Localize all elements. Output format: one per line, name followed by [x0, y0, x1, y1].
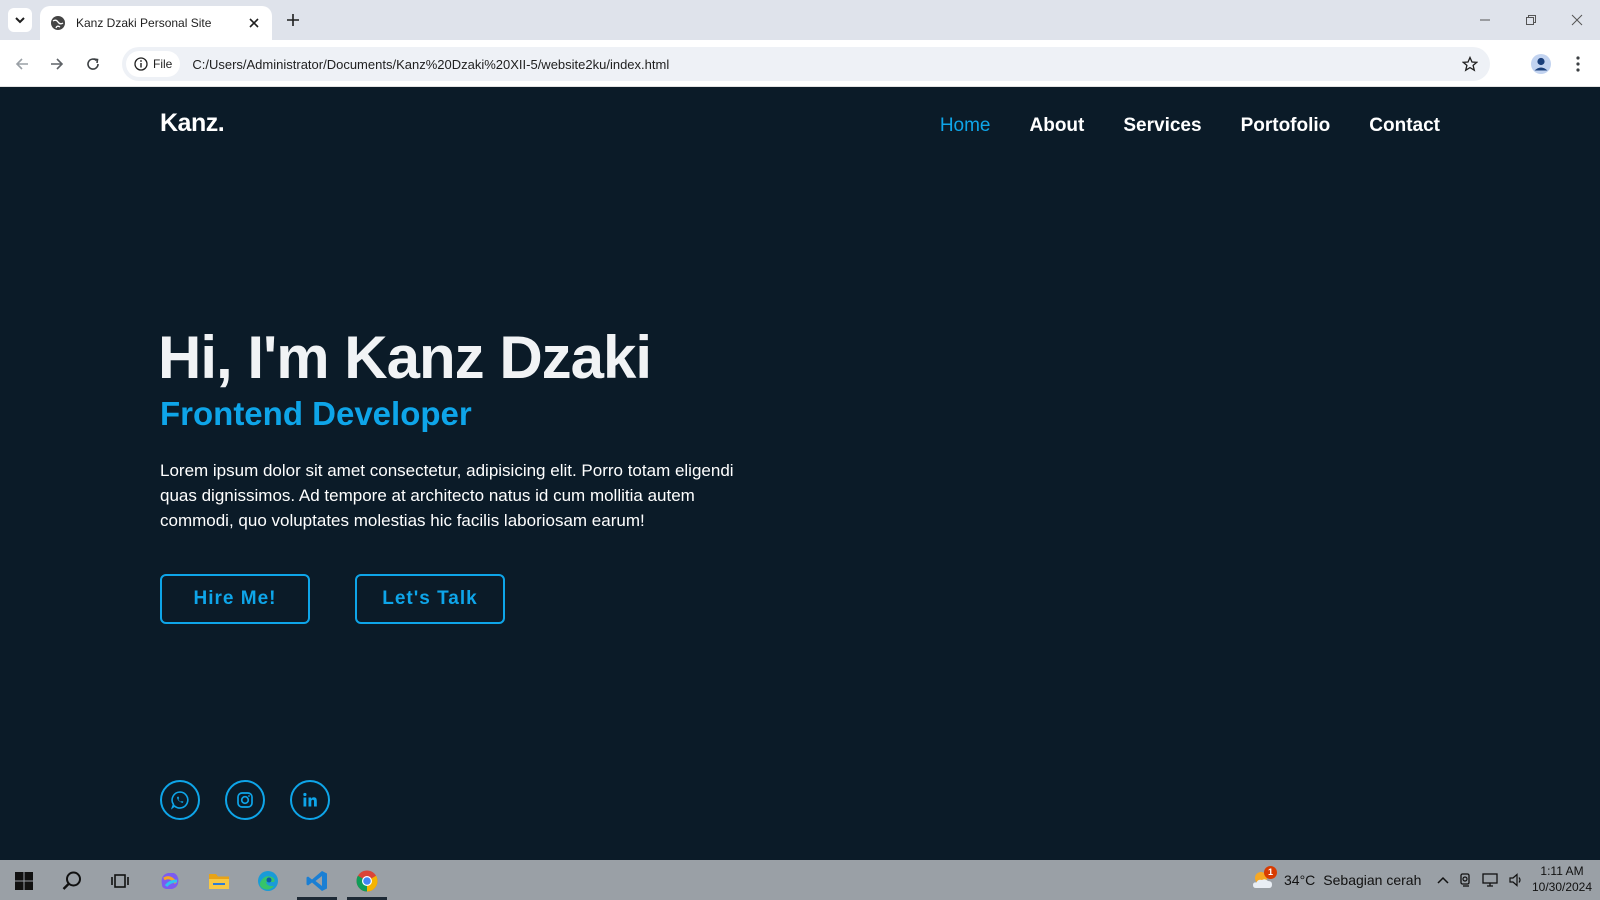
linkedin-icon [303, 792, 317, 807]
tab-title: Kanz Dzaki Personal Site [76, 16, 212, 30]
meet-now-icon[interactable] [1458, 872, 1474, 888]
search-icon [62, 871, 81, 890]
plus-icon [287, 14, 299, 26]
clock-time: 1:11 AM [1540, 864, 1584, 878]
hero-subtitle: Frontend Developer [160, 395, 472, 432]
vscode-icon [306, 871, 327, 891]
restore-button[interactable] [1516, 8, 1546, 32]
lets-talk-button[interactable]: Let's Talk [355, 574, 505, 624]
close-window-button[interactable] [1562, 8, 1592, 32]
weather-description: Sebagian cerah [1323, 872, 1422, 888]
bookmark-star-button[interactable] [1460, 54, 1480, 74]
speaker-icon[interactable] [1508, 872, 1524, 888]
browser-toolbar: File C:/Users/Administrator/Documents/Ka… [0, 40, 1600, 87]
back-button[interactable] [8, 50, 36, 78]
file-explorer-app[interactable] [199, 864, 239, 898]
hero-description: Lorem ipsum dolor sit amet consectetur, … [160, 461, 734, 530]
edge-icon [258, 871, 278, 891]
system-clock[interactable]: 1:11 AM 10/30/2024 [1530, 863, 1594, 895]
task-view-button[interactable] [100, 864, 140, 898]
reload-button[interactable] [79, 50, 107, 78]
chevron-down-icon [15, 17, 25, 24]
arrow-left-icon [15, 58, 28, 70]
tab-active[interactable]: Kanz Dzaki Personal Site [40, 6, 272, 40]
address-bar[interactable]: File C:/Users/Administrator/Documents/Ka… [122, 47, 1490, 81]
site-logo[interactable]: Kanz. [160, 109, 225, 138]
copilot-app[interactable] [150, 864, 190, 898]
whatsapp-link[interactable] [160, 780, 200, 820]
new-tab-button[interactable] [282, 9, 304, 31]
star-icon [1462, 56, 1478, 72]
chrome-app[interactable] [347, 864, 387, 900]
os-taskbar: 1 34°C Sebagian cerah 1:11 AM 10/30/2024 [0, 860, 1600, 900]
linkedin-link[interactable] [290, 780, 330, 820]
forward-button[interactable] [43, 50, 71, 78]
website-viewport: Kanz. Home About Services Portofolio Con… [0, 87, 1600, 860]
start-button[interactable] [4, 864, 44, 898]
nav-link-services[interactable]: Services [1123, 115, 1201, 137]
browser-tab-bar: Kanz Dzaki Personal Site [0, 0, 1600, 40]
edge-app[interactable] [248, 864, 288, 898]
weather-badge: 1 [1264, 866, 1277, 879]
site-nav: Home About Services Portofolio Contact [940, 115, 1440, 137]
weather-icon: 1 [1250, 866, 1277, 893]
browser-menu-button[interactable] [1565, 51, 1591, 77]
weather-temperature: 34°C [1284, 872, 1316, 888]
minimize-icon [1480, 19, 1490, 21]
hero-title: Hi, I'm Kanz Dzaki [158, 324, 652, 391]
copilot-icon [161, 873, 179, 889]
info-icon [134, 57, 148, 71]
instagram-icon [237, 792, 253, 808]
site-chip-label: File [153, 57, 173, 71]
more-vert-icon [1576, 56, 1580, 72]
instagram-link[interactable] [225, 780, 265, 820]
url-text[interactable]: C:/Users/Administrator/Documents/Kanz%20… [192, 57, 669, 72]
restore-icon [1526, 15, 1536, 25]
nav-link-home[interactable]: Home [940, 115, 991, 137]
chevron-up-icon[interactable] [1436, 873, 1450, 887]
site-info-chip[interactable]: File [126, 51, 181, 77]
clock-date: 10/30/2024 [1531, 880, 1593, 894]
system-tray [1436, 860, 1524, 900]
windows-logo-icon [15, 872, 33, 890]
taskbar-search-button[interactable] [52, 864, 92, 898]
task-view-icon [111, 874, 129, 888]
arrow-right-icon [51, 58, 64, 70]
nav-link-portfolio[interactable]: Portofolio [1241, 115, 1331, 137]
close-icon[interactable] [246, 15, 262, 31]
tab-search-button[interactable] [8, 8, 32, 32]
folder-icon [209, 874, 229, 889]
avatar-icon [1531, 54, 1551, 74]
close-icon [1571, 14, 1583, 26]
whatsapp-icon [170, 791, 189, 810]
nav-link-contact[interactable]: Contact [1369, 115, 1440, 137]
globe-icon [50, 15, 66, 31]
hire-me-button[interactable]: Hire Me! [160, 574, 310, 624]
nav-link-about[interactable]: About [1030, 115, 1085, 137]
chrome-icon [356, 870, 378, 892]
network-icon[interactable] [1482, 872, 1500, 888]
weather-widget[interactable]: 1 34°C Sebagian cerah [1250, 860, 1421, 900]
profile-button[interactable] [1528, 51, 1554, 77]
reload-icon [87, 58, 99, 70]
vscode-app[interactable] [297, 864, 337, 900]
minimize-button[interactable] [1470, 8, 1500, 32]
